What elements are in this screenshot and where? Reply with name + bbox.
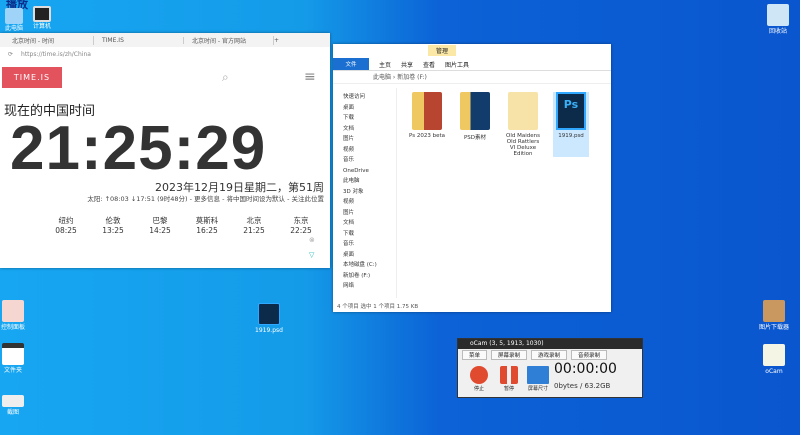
nav-item[interactable]: 桌面: [343, 250, 396, 261]
desktop-icon-folder[interactable]: 文件夹: [0, 343, 33, 374]
recording-time: 00:00:00: [554, 361, 617, 377]
time-is-logo[interactable]: TIME.IS: [2, 67, 62, 88]
tab-2[interactable]: TIME.IS: [94, 36, 184, 44]
tab-1[interactable]: 北京时间 - 时间: [4, 35, 94, 45]
ocam-tab-menu[interactable]: 菜单: [462, 350, 488, 360]
recording-size: 0bytes / 63.2GB: [554, 382, 611, 390]
city-item[interactable]: 莫斯科 16:25: [191, 215, 223, 235]
city-item[interactable]: 巴黎 14:25: [144, 215, 176, 235]
nav-item[interactable]: 3D 对象: [343, 187, 396, 198]
file-item[interactable]: Ps 2023 beta: [409, 92, 445, 157]
city-item[interactable]: 北京 21:25: [238, 215, 270, 235]
pause-button[interactable]: 暂停: [498, 366, 520, 392]
tab-3[interactable]: 北京时间 - 官方网站: [184, 35, 274, 45]
nav-item[interactable]: 图片: [343, 208, 396, 219]
new-tab-button[interactable]: +: [274, 37, 279, 44]
stop-button[interactable]: 停止: [468, 366, 490, 392]
status-bar: 4 个项目 选中 1 个项目 1.75 KB: [337, 304, 419, 310]
desktop-icon-image-downloader[interactable]: 图片下载器: [754, 300, 794, 331]
refresh-icon[interactable]: ⟳: [8, 51, 13, 58]
nav-item[interactable]: 视频: [343, 197, 396, 208]
ribbon-file[interactable]: 文件: [333, 58, 369, 70]
folder-icon: [412, 92, 442, 130]
clock-display: 21:25:29: [10, 114, 267, 183]
desktop-icon-ocam[interactable]: oCam: [754, 344, 794, 375]
nav-item[interactable]: 快速访问: [343, 92, 396, 103]
browser-tabs: 北京时间 - 时间 TIME.IS 北京时间 - 官方网站 +: [0, 33, 330, 47]
address-bar[interactable]: 此电脑 › 新加卷 (F:): [333, 72, 611, 84]
close-ad-icon[interactable]: ⊗: [309, 236, 315, 244]
nav-item[interactable]: 图片: [343, 134, 396, 145]
ocam-tab-audio[interactable]: 音频录制: [571, 350, 608, 360]
desktop-icon-screenshot[interactable]: 截图: [0, 395, 33, 416]
ribbon-picture-tools[interactable]: 图片工具: [445, 60, 469, 69]
nav-item[interactable]: 音乐: [343, 155, 396, 166]
desktop-icon-computer[interactable]: 计算机: [22, 6, 62, 30]
city-item[interactable]: 伦敦 13:25: [97, 215, 129, 235]
navigation-pane: 快速访问 桌面 下载 文档 图片 视频 音乐 OneDrive 此电脑 3D 对象 视频 图片 文档 下载…: [333, 88, 397, 298]
ocam-tab-game[interactable]: 游戏录制: [531, 350, 568, 360]
file-item[interactable]: PSD素材: [457, 92, 493, 157]
screen-size-button[interactable]: 屏幕尺寸: [524, 366, 552, 392]
ribbon-share[interactable]: 共享: [401, 60, 413, 69]
desktop-icon-psd[interactable]: 1919.psd: [249, 303, 289, 334]
nav-item[interactable]: OneDrive: [343, 166, 396, 177]
nav-item[interactable]: 文档: [343, 218, 396, 229]
nav-item[interactable]: 桌面: [343, 103, 396, 114]
file-item[interactable]: Old Maidens Old Rattlers VI Deluxe Editi…: [505, 92, 541, 157]
url-bar[interactable]: https://time.is/zh/China: [21, 51, 91, 58]
ocam-window: oCam (3, 5, 1913, 1030) 菜单 屏幕录制 游戏录制 音频录…: [457, 338, 643, 398]
stop-icon: [470, 366, 488, 384]
nav-item[interactable]: 下载: [343, 229, 396, 240]
nav-item[interactable]: 文档: [343, 124, 396, 135]
city-list: 纽约 08:25 伦敦 13:25 巴黎 14:25 莫斯科 16:25 北京 21:25…: [50, 215, 317, 235]
psd-file-icon: Ps: [556, 92, 586, 130]
manage-tab[interactable]: 管理: [428, 45, 457, 56]
sun-info[interactable]: 太阳: ↑08:03 ↓17:51 (9时48分) - 更多信息 - 将中国时间…: [87, 193, 324, 203]
menu-icon[interactable]: ≡: [304, 69, 316, 85]
nav-item[interactable]: 本地磁盘 (C:): [343, 260, 396, 271]
desktop-icon-recycle-bin[interactable]: 回收站: [758, 4, 798, 35]
file-list: Ps 2023 beta PSD素材 Old Maidens Old Rattl…: [409, 92, 589, 157]
ocam-tab-screen[interactable]: 屏幕录制: [491, 350, 528, 360]
nav-item[interactable]: 网络: [343, 281, 396, 292]
file-explorer-window: 管理 文件 主页 共享 查看 图片工具 此电脑 › 新加卷 (F:) 快速访问桌…: [333, 44, 611, 312]
search-icon[interactable]: ⌕: [222, 70, 229, 85]
nav-item[interactable]: 此电脑: [343, 176, 396, 187]
browser-window: 北京时间 - 时间 TIME.IS 北京时间 - 官方网站 + ⟳ https:/…: [0, 33, 330, 268]
monitor-icon: [527, 366, 549, 384]
folder-icon: [508, 92, 538, 130]
ribbon-view[interactable]: 查看: [423, 60, 435, 69]
folder-icon: [460, 92, 490, 130]
ocam-title: oCam (3, 5, 1913, 1030): [458, 339, 642, 349]
nav-item[interactable]: 视频: [343, 145, 396, 156]
desktop-icon-control[interactable]: 控制面板: [0, 300, 33, 331]
nav-item[interactable]: 新加卷 (F:): [343, 271, 396, 282]
city-item[interactable]: 纽约 08:25: [50, 215, 82, 235]
city-item[interactable]: 东京 22:25: [285, 215, 317, 235]
pause-icon: [500, 366, 518, 384]
nav-item[interactable]: 音乐: [343, 239, 396, 250]
ribbon-home[interactable]: 主页: [379, 60, 391, 69]
ribbon-tabs: 文件 主页 共享 查看 图片工具: [333, 58, 611, 71]
file-item-selected[interactable]: Ps 1919.psd: [553, 92, 589, 157]
nav-item[interactable]: 下载: [343, 113, 396, 124]
filter-icon[interactable]: ▽: [309, 251, 314, 259]
